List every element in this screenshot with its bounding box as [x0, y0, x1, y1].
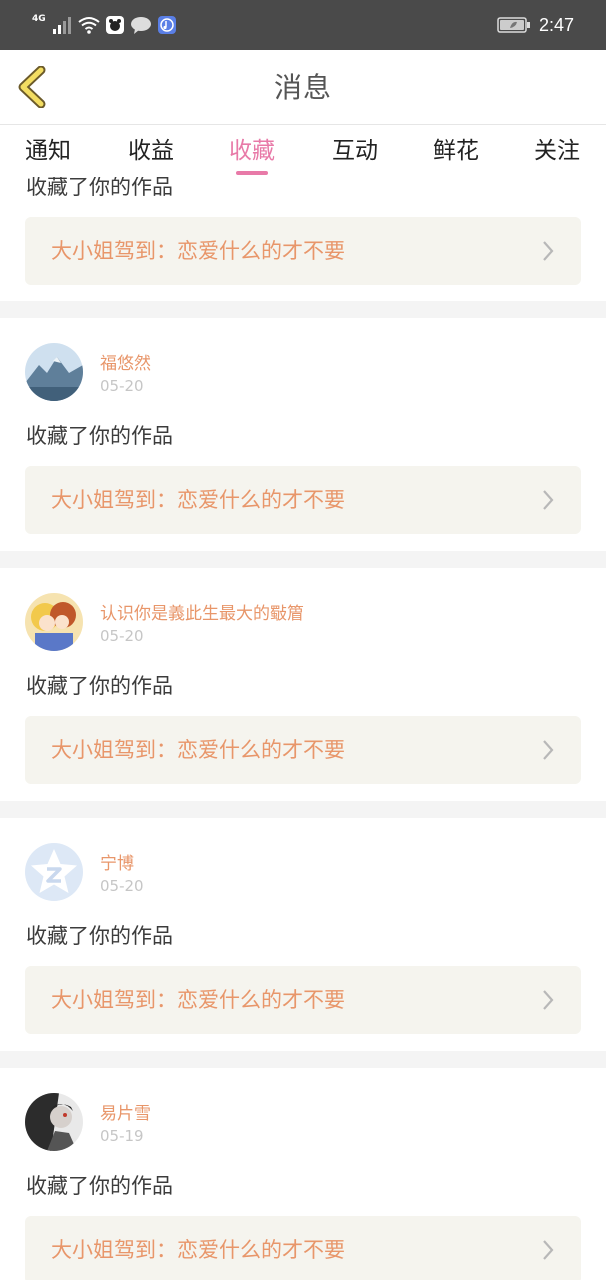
network-type: 4G — [32, 14, 46, 24]
title-bar: 消息 — [0, 50, 606, 125]
message-text: 收藏了你的作品 — [26, 424, 173, 448]
wifi-icon — [78, 17, 100, 34]
avatar[interactable] — [25, 843, 83, 901]
avatar[interactable] — [25, 343, 83, 401]
username[interactable]: 宁博 — [100, 849, 134, 874]
message-text: 收藏了你的作品 — [26, 924, 173, 948]
chevron-right-icon — [543, 990, 554, 1010]
tab-earnings[interactable]: 收益 — [106, 125, 196, 177]
active-tab-indicator — [236, 171, 268, 175]
message-date: 05-20 — [100, 877, 144, 895]
signal-icon — [52, 17, 71, 34]
message-text: 收藏了你的作品 — [26, 177, 173, 199]
tab-favorites[interactable]: 收藏 — [207, 125, 297, 177]
avatar-image — [25, 1093, 83, 1151]
app-notification-icon — [105, 16, 124, 34]
work-title: 大小姐驾到：恋爱什么的才不要 — [51, 239, 345, 263]
work-link[interactable]: 大小姐驾到：恋爱什么的才不要 — [25, 1216, 581, 1280]
tab-following[interactable]: 关注 — [512, 125, 602, 177]
work-link[interactable]: 大小姐驾到：恋爱什么的才不要 — [25, 966, 581, 1034]
list-item: 收藏了你的作品 大小姐驾到：恋爱什么的才不要 — [0, 177, 606, 301]
chevron-right-icon — [543, 241, 554, 261]
work-title: 大小姐驾到：恋爱什么的才不要 — [51, 488, 345, 512]
work-link[interactable]: 大小姐驾到：恋爱什么的才不要 — [25, 217, 581, 285]
username[interactable]: 福悠然 — [100, 349, 151, 374]
username[interactable]: 认识你是義此生最大的斀篃 — [100, 599, 304, 624]
list-item: 认识你是義此生最大的斀篃 05-20 收藏了你的作品 大小姐驾到：恋爱什么的才不… — [0, 568, 606, 801]
message-list[interactable]: 收藏了你的作品 大小姐驾到：恋爱什么的才不要 福悠然 05-20 收藏了你的作品… — [0, 177, 606, 1280]
avatar[interactable] — [25, 1093, 83, 1151]
message-text: 收藏了你的作品 — [26, 674, 173, 698]
work-link[interactable]: 大小姐驾到：恋爱什么的才不要 — [25, 466, 581, 534]
message-date: 05-20 — [100, 377, 144, 395]
message-text: 收藏了你的作品 — [26, 1174, 173, 1198]
page-title: 消息 — [273, 71, 332, 104]
work-title: 大小姐驾到：恋爱什么的才不要 — [51, 988, 345, 1012]
battery-icon — [497, 17, 530, 33]
clock: 2:47 — [538, 14, 574, 35]
chevron-right-icon — [543, 1240, 554, 1260]
work-title: 大小姐驾到：恋爱什么的才不要 — [51, 738, 345, 762]
message-date: 05-19 — [100, 1127, 144, 1145]
status-bar: 4G 2:47 — [0, 0, 606, 50]
tab-bar: 通知 收益 收藏 互动 鲜花 关注 — [0, 125, 606, 177]
tab-notifications[interactable]: 通知 — [3, 125, 93, 177]
username[interactable]: 易片雪 — [100, 1099, 151, 1124]
qq-star-avatar-icon — [25, 843, 83, 901]
avatar-image — [25, 343, 83, 401]
list-item: 福悠然 05-20 收藏了你的作品 大小姐驾到：恋爱什么的才不要 — [0, 318, 606, 551]
tab-flowers[interactable]: 鲜花 — [411, 125, 501, 177]
avatar[interactable] — [25, 593, 83, 651]
chevron-right-icon — [543, 490, 554, 510]
work-link[interactable]: 大小姐驾到：恋爱什么的才不要 — [25, 716, 581, 784]
chevron-right-icon — [543, 740, 554, 760]
music-app-icon — [157, 16, 176, 34]
message-date: 05-20 — [100, 627, 144, 645]
status-icons-left: 4G — [32, 12, 176, 38]
work-title: 大小姐驾到：恋爱什么的才不要 — [51, 1238, 345, 1262]
list-item: 易片雪 05-19 收藏了你的作品 大小姐驾到：恋爱什么的才不要 — [0, 1068, 606, 1280]
avatar-image — [25, 593, 83, 651]
tab-interactions[interactable]: 互动 — [310, 125, 400, 177]
message-bubble-icon — [130, 17, 151, 34]
list-item: 宁博 05-20 收藏了你的作品 大小姐驾到：恋爱什么的才不要 — [0, 818, 606, 1051]
status-icons-right: 2:47 — [497, 12, 574, 38]
